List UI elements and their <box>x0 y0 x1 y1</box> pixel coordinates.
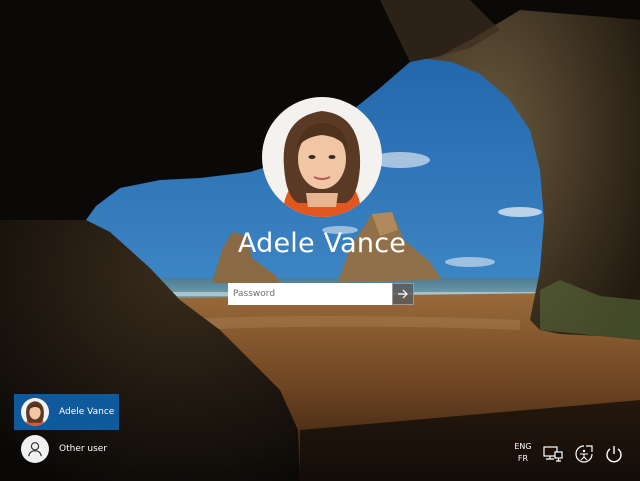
user-name-title: Adele Vance <box>237 228 407 259</box>
user-avatar <box>262 97 382 217</box>
arrow-right-icon <box>398 289 408 299</box>
language-primary: ENG <box>514 442 532 451</box>
ease-of-access-icon[interactable] <box>573 443 595 465</box>
password-input[interactable] <box>228 283 392 305</box>
user-avatar-small <box>21 398 49 426</box>
network-icon[interactable] <box>542 443 564 465</box>
language-indicator[interactable]: ENG FR <box>510 441 536 465</box>
password-row <box>228 283 414 305</box>
submit-button[interactable] <box>392 283 414 305</box>
user-item-label: Adele Vance <box>59 407 115 417</box>
user-item-other-user[interactable]: Other user <box>14 431 119 467</box>
user-item-label: Other user <box>59 444 108 454</box>
power-icon[interactable] <box>603 443 625 465</box>
user-list: Adele Vance Other user <box>14 394 119 467</box>
language-secondary: FR <box>517 454 529 463</box>
lock-screen: Adele Vance Adele Vance Other user ENG F… <box>0 0 640 481</box>
person-icon <box>21 435 49 463</box>
user-item-adele-vance[interactable]: Adele Vance <box>14 394 119 430</box>
